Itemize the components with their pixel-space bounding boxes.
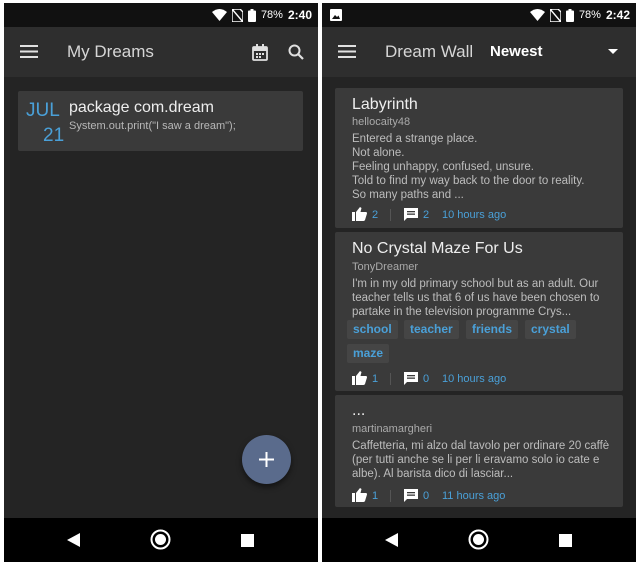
battery-percent: 78% <box>260 9 283 21</box>
dream-month: JUL <box>26 100 60 121</box>
clock: 2:40 <box>287 8 312 22</box>
recents-icon[interactable] <box>559 534 572 547</box>
back-icon[interactable] <box>385 533 398 547</box>
like-count: 1 <box>372 373 379 385</box>
comment-count: 2 <box>423 209 430 221</box>
navigation-bar <box>4 518 318 562</box>
dream-card[interactable]: JUL 21 package com.dream System.out.prin… <box>18 91 303 151</box>
tag-chip[interactable]: crystal <box>525 320 576 339</box>
post-body: Entered a strange place. Not alone. Feel… <box>352 133 585 201</box>
post-time: 10 hours ago <box>442 373 507 385</box>
status-bar: 78% 2:40 <box>4 3 318 27</box>
dream-wall-screen: 78% 2:42 Dream Wall Newest Labyrinth hel… <box>322 3 636 562</box>
tag-chip[interactable]: maze <box>347 344 390 363</box>
my-dreams-screen: 78% 2:40 My Dreams JUL 21 package com.dr… <box>4 3 318 562</box>
footer-divider <box>390 490 391 502</box>
post-time: 11 hours ago <box>442 490 506 502</box>
battery-icon <box>565 8 574 22</box>
add-dream-button[interactable] <box>242 435 291 484</box>
app-bar: Dream Wall Newest <box>322 27 636 77</box>
comment-count: 0 <box>423 373 430 385</box>
post-title: Labyrinth <box>352 96 418 113</box>
dream-title: package com.dream <box>69 99 214 116</box>
calendar-icon[interactable] <box>252 44 268 61</box>
post-title: ... <box>352 402 366 419</box>
home-icon[interactable] <box>150 529 171 550</box>
post-author: martinamargheri <box>352 423 433 435</box>
thumbs-up-icon[interactable] <box>352 207 367 221</box>
dream-day: 21 <box>43 125 65 146</box>
like-count: 2 <box>372 209 379 221</box>
post-time: 10 hours ago <box>442 209 507 221</box>
comment-count: 0 <box>423 490 430 502</box>
footer-divider <box>390 373 391 385</box>
wifi-icon <box>211 9 227 21</box>
page-title: Dream Wall <box>385 42 474 61</box>
clock: 2:42 <box>605 8 630 22</box>
battery-icon <box>247 8 256 22</box>
like-count: 1 <box>372 490 379 502</box>
no-sim-icon <box>231 8 243 22</box>
post-title: No Crystal Maze For Us <box>352 240 523 257</box>
dropdown-arrow-icon[interactable] <box>608 49 618 54</box>
thumbs-up-icon[interactable] <box>352 488 367 502</box>
sort-dropdown[interactable]: Newest <box>490 43 543 60</box>
wifi-icon <box>529 9 545 21</box>
search-icon[interactable] <box>288 44 304 60</box>
menu-icon[interactable] <box>20 45 38 58</box>
tag-chip[interactable]: friends <box>466 320 519 339</box>
post-body: I'm in my old primary school but as an a… <box>352 278 600 318</box>
footer-divider <box>390 209 391 221</box>
home-icon[interactable] <box>468 529 489 550</box>
tag-chip[interactable]: school <box>347 320 398 339</box>
dream-post-card[interactable]: ... martinamargheri Caffetteria, mi alzo… <box>335 395 623 507</box>
post-footer: 2 2 10 hours ago <box>352 207 614 223</box>
recents-icon[interactable] <box>241 534 254 547</box>
menu-icon[interactable] <box>338 45 356 58</box>
dream-post-card[interactable]: No Crystal Maze For Us TonyDreamer I'm i… <box>335 232 623 391</box>
back-icon[interactable] <box>67 533 80 547</box>
app-bar: My Dreams <box>4 27 318 77</box>
dream-text: System.out.print("I saw a dream"); <box>69 120 236 132</box>
tag-chip[interactable]: teacher <box>404 320 459 339</box>
post-author: TonyDreamer <box>352 261 419 273</box>
page-title: My Dreams <box>67 42 154 61</box>
post-footer: 1 0 11 hours ago <box>352 488 614 504</box>
post-body: Caffetteria, mi alzo dal tavolo per ordi… <box>352 440 610 480</box>
comment-icon[interactable] <box>404 208 418 222</box>
no-sim-icon <box>549 8 561 22</box>
image-notification-icon <box>330 9 342 21</box>
post-footer: 1 0 10 hours ago <box>352 371 614 387</box>
dream-post-card[interactable]: Labyrinth hellocaity48 Entered a strange… <box>335 88 623 228</box>
status-bar: 78% 2:42 <box>322 3 636 27</box>
navigation-bar <box>322 518 636 562</box>
battery-percent: 78% <box>578 9 601 21</box>
add-icon <box>259 452 274 467</box>
post-author: hellocaity48 <box>352 116 411 128</box>
comment-icon[interactable] <box>404 489 418 503</box>
comment-icon[interactable] <box>404 372 418 386</box>
thumbs-up-icon[interactable] <box>352 371 367 385</box>
